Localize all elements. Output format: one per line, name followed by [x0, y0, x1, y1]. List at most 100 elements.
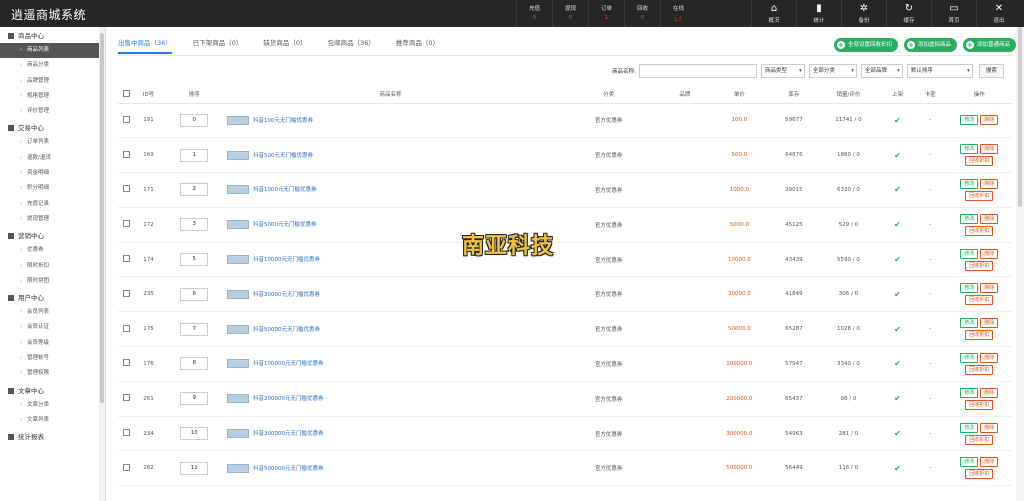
tab-2[interactable]: 缺货商品（0）: [263, 37, 306, 54]
type-select[interactable]: 商品类型: [760, 64, 805, 78]
recycle-discount-button[interactable]: 回收折扣: [965, 225, 994, 236]
sort-input[interactable]: 5: [180, 253, 209, 267]
category-select[interactable]: 全部分类: [808, 64, 857, 78]
nav-0[interactable]: ⌂ 概况: [751, 0, 796, 27]
edit-button[interactable]: 修改: [960, 387, 979, 398]
stat-0[interactable]: 充值 0: [516, 0, 552, 27]
product-name-link[interactable]: 抖音500000元无门槛优惠券: [253, 466, 324, 472]
sidebar-group[interactable]: 商品中心: [0, 29, 105, 43]
delete-button[interactable]: 删除: [980, 457, 999, 468]
sidebar-group[interactable]: 文章中心: [0, 384, 105, 398]
sidebar-item[interactable]: 品牌管理: [0, 74, 105, 90]
check-icon[interactable]: ✔: [881, 276, 914, 313]
check-icon[interactable]: ✔: [881, 137, 914, 174]
recycle-discount-button[interactable]: 回收折扣: [965, 295, 994, 306]
action-button-0[interactable]: + 全部设置回收折扣: [833, 38, 898, 52]
sidebar-item[interactable]: 限时拼团: [0, 274, 105, 290]
delete-button[interactable]: 删除: [980, 283, 999, 294]
recycle-discount-button[interactable]: 回收折扣: [965, 260, 994, 271]
stat-3[interactable]: 回收 0: [624, 0, 660, 27]
edit-button[interactable]: 修改: [960, 422, 979, 433]
recycle-discount-button[interactable]: 回收折扣: [965, 434, 994, 445]
sidebar-item[interactable]: 退款/退货: [0, 151, 105, 167]
sidebar-scrollbar[interactable]: [99, 27, 105, 501]
check-icon[interactable]: ✔: [881, 311, 914, 348]
row-checkbox[interactable]: [123, 394, 131, 402]
sidebar-item[interactable]: 会员列表: [0, 305, 105, 321]
sidebar-group[interactable]: 统计报表: [0, 430, 105, 444]
row-checkbox[interactable]: [123, 185, 131, 193]
sidebar-item[interactable]: 资金明细: [0, 166, 105, 182]
recycle-discount-button[interactable]: 回收折扣: [965, 399, 994, 410]
nav-3[interactable]: ↻ 缓存: [886, 0, 931, 27]
delete-button[interactable]: 删除: [980, 352, 999, 363]
tab-3[interactable]: 包邮商品（36）: [328, 37, 375, 54]
delete-button[interactable]: 删除: [980, 422, 999, 433]
check-icon[interactable]: ✔: [881, 416, 914, 452]
check-icon[interactable]: ✔: [881, 242, 914, 278]
product-name-link[interactable]: 抖音5000元无门槛优惠券: [253, 222, 317, 228]
stat-1[interactable]: 提现 0: [552, 0, 588, 27]
edit-button[interactable]: 修改: [960, 213, 979, 224]
edit-button[interactable]: 修改: [960, 318, 979, 329]
sidebar-item[interactable]: 会员认证: [0, 320, 105, 336]
sort-input[interactable]: 3: [180, 218, 209, 232]
edit-button[interactable]: 修改: [960, 248, 979, 259]
delete-button[interactable]: 删除: [980, 213, 999, 224]
sidebar-item[interactable]: 优惠券: [0, 243, 105, 259]
check-icon[interactable]: ✔: [881, 450, 914, 487]
delete-button[interactable]: 删除: [980, 115, 999, 126]
page-scrollbar[interactable]: [1016, 27, 1024, 501]
sort-input[interactable]: 9: [180, 392, 209, 406]
sidebar-item[interactable]: 订单列表: [0, 135, 105, 151]
delete-button[interactable]: 删除: [980, 178, 999, 189]
check-icon[interactable]: ✔: [881, 207, 914, 243]
recycle-discount-button[interactable]: 回收折扣: [965, 330, 994, 341]
sort-input[interactable]: 0: [180, 113, 209, 127]
sort-input[interactable]: 6: [180, 287, 209, 301]
sort-select[interactable]: 默认排序: [906, 64, 973, 78]
nav-4[interactable]: ▭ 首页: [931, 0, 976, 27]
sidebar-item[interactable]: 规格管理: [0, 89, 105, 105]
search-button[interactable]: 搜索: [978, 64, 1004, 78]
check-icon[interactable]: ✔: [881, 346, 914, 382]
stat-2[interactable]: 订单 1: [588, 0, 624, 27]
product-name-link[interactable]: 抖音10000元无门槛优惠券: [253, 257, 320, 263]
recycle-discount-button[interactable]: 回收折扣: [965, 156, 994, 167]
nav-2[interactable]: ✲ 备份: [841, 0, 886, 27]
product-name-link[interactable]: 抖音200000元无门槛优惠券: [253, 396, 324, 402]
sidebar-item[interactable]: 管理帐号: [0, 351, 105, 367]
edit-button[interactable]: 修改: [960, 457, 979, 468]
action-button-2[interactable]: + 添加普通商品: [962, 38, 1016, 52]
edit-button[interactable]: 修改: [960, 144, 979, 155]
row-checkbox[interactable]: [123, 220, 131, 228]
sidebar-item[interactable]: 限时折扣: [0, 259, 105, 275]
product-name-link[interactable]: 抖音30000元无门槛优惠券: [253, 292, 320, 298]
sidebar-item[interactable]: 商品分类: [0, 58, 105, 74]
sidebar-item[interactable]: 会员等级: [0, 336, 105, 352]
name-search-input[interactable]: [638, 64, 757, 78]
sort-input[interactable]: 11: [180, 461, 209, 475]
row-checkbox[interactable]: [123, 150, 131, 158]
product-name-link[interactable]: 抖音300000元无门槛优惠券: [253, 431, 324, 437]
edit-button[interactable]: 修改: [960, 352, 979, 363]
product-name-link[interactable]: 抖音100元无门槛优惠券: [253, 118, 313, 124]
edit-button[interactable]: 修改: [960, 178, 979, 189]
sidebar-item[interactable]: 文章分类: [0, 398, 105, 414]
row-checkbox[interactable]: [123, 115, 131, 123]
edit-button[interactable]: 修改: [960, 283, 979, 294]
product-name-link[interactable]: 抖音1000元无门槛优惠券: [253, 187, 317, 193]
sidebar-item[interactable]: 文章列表: [0, 413, 105, 429]
check-icon[interactable]: ✔: [881, 381, 914, 417]
action-button-1[interactable]: + 添加虚拟商品: [903, 38, 957, 52]
recycle-discount-button[interactable]: 回收折扣: [965, 364, 994, 375]
row-checkbox[interactable]: [123, 324, 131, 332]
product-name-link[interactable]: 抖音50000元无门槛优惠券: [253, 327, 320, 333]
recycle-discount-button[interactable]: 回收折扣: [965, 190, 994, 201]
stat-4[interactable]: 在线 1人: [660, 0, 696, 27]
tab-1[interactable]: 已下架商品（0）: [193, 37, 243, 54]
delete-button[interactable]: 删除: [980, 387, 999, 398]
row-checkbox[interactable]: [123, 429, 131, 437]
delete-button[interactable]: 删除: [980, 318, 999, 329]
sidebar-item[interactable]: 管理权限: [0, 366, 105, 382]
